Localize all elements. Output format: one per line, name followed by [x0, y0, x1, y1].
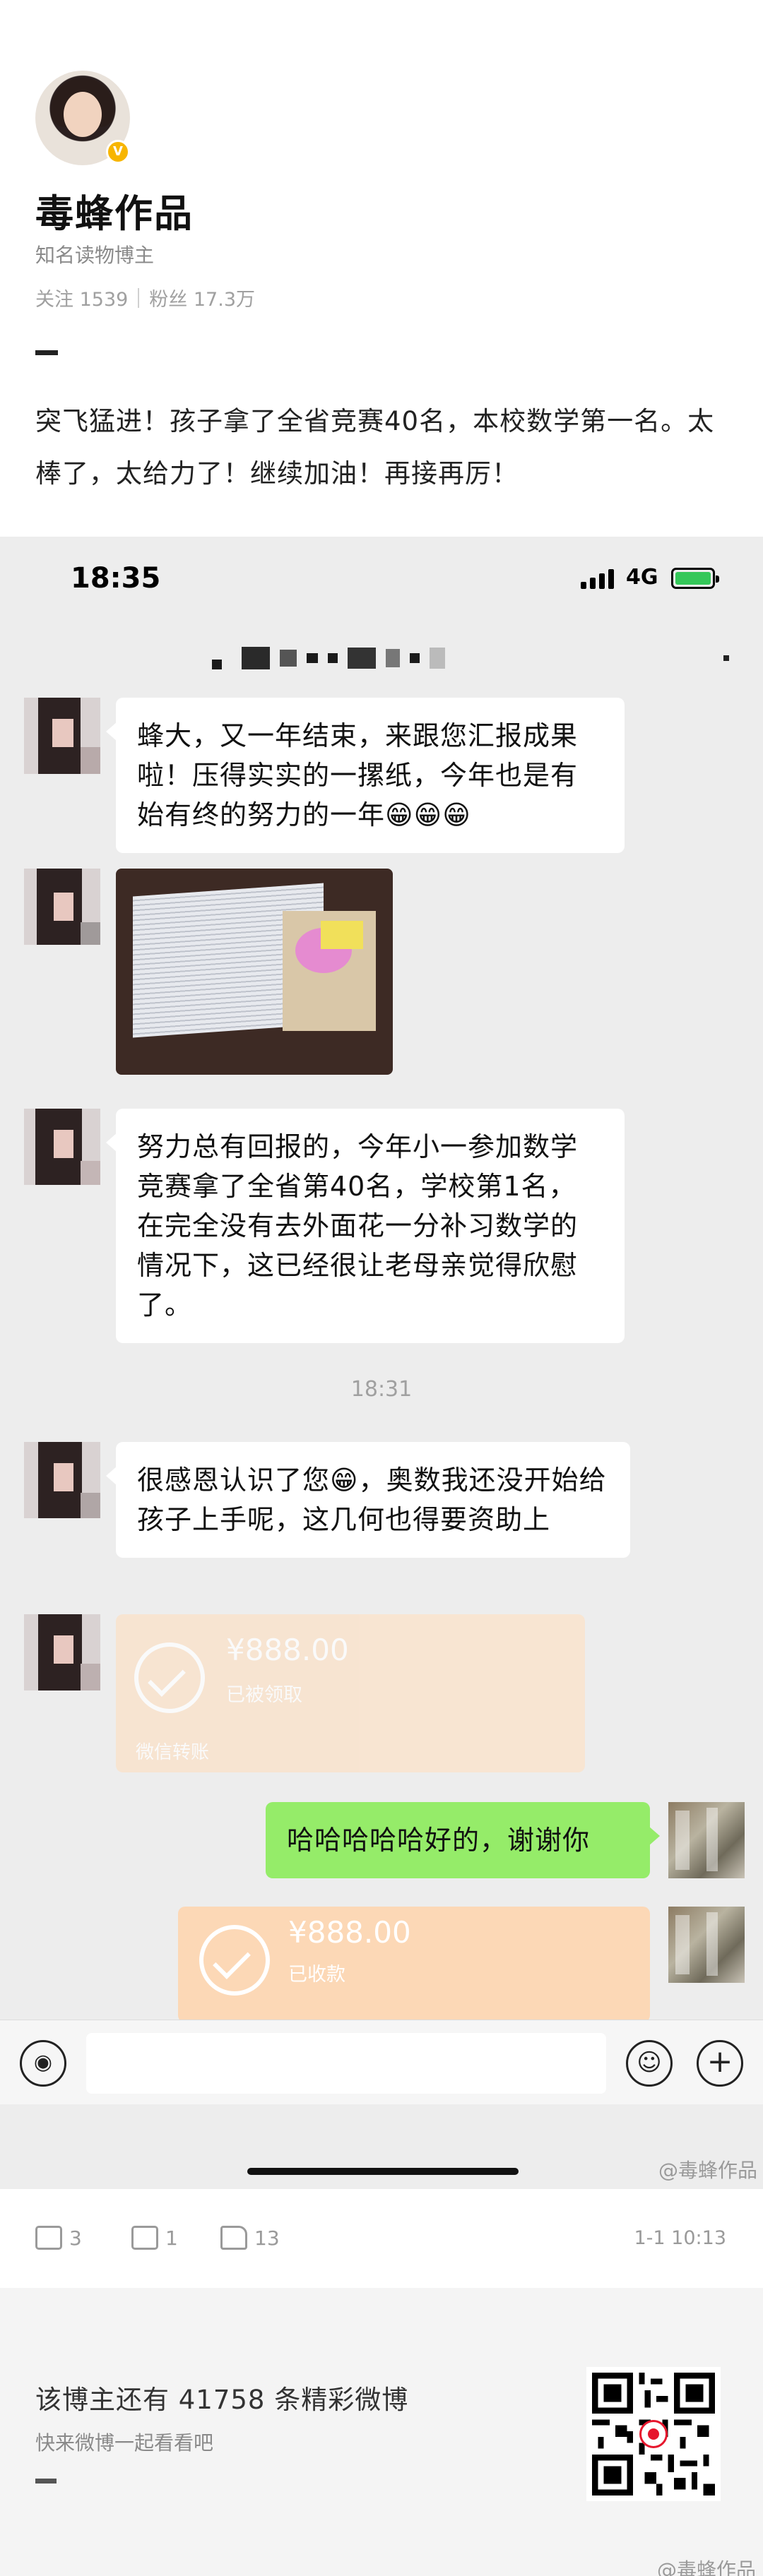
verified-badge-icon: V	[106, 140, 130, 164]
chat-image-papers[interactable]	[116, 869, 393, 1075]
contact-avatar[interactable]	[24, 1109, 100, 1185]
emoji-icon[interactable]: ☺	[626, 2040, 673, 2087]
post-image-chat-screenshot[interactable]: 18:35 4G 蜂大，又一年结束，来跟您汇报成果啦！压得实实的一摞纸，今年也是…	[0, 537, 763, 2189]
chat-message: 蜂大，又一年结束，来跟您汇报成果啦！压得实实的一摞纸，今年也是有始有终的努力的一…	[106, 698, 625, 853]
chat-message: 很感恩认识了您😁，奥数我还没开始给孩子上手呢，这几何也得要资助上	[106, 1442, 630, 1558]
contact-avatar[interactable]	[24, 869, 100, 945]
transfer-status: 已收款	[288, 1964, 345, 1986]
phone-status-bar: 18:35 4G	[0, 537, 763, 614]
chat-input-bar: ◉ ☺ +	[0, 2020, 763, 2104]
repost-icon	[35, 2226, 62, 2250]
footer-watermark: @毒蜂作品	[656, 2558, 756, 2576]
message-input[interactable]	[86, 2033, 606, 2094]
plus-icon[interactable]: +	[697, 2040, 743, 2087]
transfer-card-sent[interactable]: ¥888.00 已收款	[178, 1907, 650, 2022]
repost-count: 3	[69, 2226, 82, 2250]
contact-avatar[interactable]	[24, 1614, 100, 1690]
network-label: 4G	[626, 565, 658, 590]
comment-button[interactable]: 1	[131, 2226, 178, 2250]
transfer-amount: ¥888.00	[226, 1633, 349, 1667]
contact-avatar[interactable]	[24, 698, 100, 774]
post-header: V 毒蜂作品 知名读物博主 关注 1539 粉丝 17.3万 突飞猛进！孩子拿了…	[0, 0, 763, 537]
chat-title-mosaic	[212, 647, 445, 669]
post-text: 突飞猛进！孩子拿了全省竞赛40名，本校数学第一名。太棒了，太给力了！继续加油！再…	[35, 406, 715, 489]
chat-more-icon[interactable]	[723, 655, 729, 661]
battery-icon	[671, 568, 719, 589]
check-circle-icon	[199, 1925, 270, 1996]
section-dash	[35, 2479, 57, 2483]
image-watermark: @毒蜂作品	[658, 2159, 757, 2182]
comment-icon	[131, 2226, 158, 2250]
transfer-amount: ¥888.00	[288, 1915, 411, 1950]
post-actions: 3 1 13 1-1 10:13	[0, 2189, 763, 2288]
thumbs-up-icon	[220, 2226, 247, 2250]
fans-count[interactable]: 粉丝 17.3万	[149, 284, 255, 311]
home-indicator	[247, 2168, 519, 2175]
my-avatar[interactable]	[668, 1802, 745, 1878]
contact-avatar[interactable]	[24, 1442, 100, 1518]
weibo-logo-icon	[639, 2420, 668, 2448]
status-time: 18:35	[71, 562, 161, 595]
my-reply-message: 哈哈哈哈哈好的，谢谢你	[266, 1802, 660, 1878]
stats-divider	[138, 287, 140, 308]
promo-title: 该博主还有 41758 条精彩微博	[35, 2385, 409, 2415]
signal-icon	[581, 569, 614, 589]
product-box	[283, 911, 376, 1031]
like-count: 13	[254, 2226, 280, 2250]
post-date: 1-1 10:13	[634, 2227, 727, 2249]
repost-button[interactable]: 3	[35, 2226, 82, 2250]
qr-code[interactable]	[586, 2367, 721, 2501]
author-description: 知名读物博主	[35, 244, 155, 267]
promo-subtitle: 快来微博一起看看吧	[35, 2431, 214, 2455]
follow-count[interactable]: 关注 1539	[35, 284, 128, 311]
transfer-card-received[interactable]: ¥888.00 已被领取 微信转账	[116, 1614, 585, 1772]
section-dash	[35, 350, 58, 355]
author-stats: 关注 1539 粉丝 17.3万	[35, 284, 255, 311]
chat-message: 努力总有回报的，今年小一参加数学竞赛拿了全省第40名，学校第1名，在完全没有去外…	[106, 1109, 625, 1343]
author-name[interactable]: 毒蜂作品	[35, 182, 194, 238]
like-button[interactable]: 13	[220, 2226, 280, 2250]
my-avatar[interactable]	[668, 1907, 745, 1983]
avatar-face	[64, 92, 102, 137]
chat-timestamp: 18:31	[350, 1377, 413, 1402]
voice-icon[interactable]: ◉	[20, 2040, 66, 2087]
transfer-footer: 微信转账	[136, 1742, 210, 1763]
check-circle-icon	[134, 1642, 205, 1713]
transfer-status: 已被领取	[226, 1684, 302, 1706]
comment-count: 1	[165, 2226, 178, 2250]
promo-footer: 该博主还有 41758 条精彩微博 快来微博一起看看吧 @毒蜂作品	[0, 2288, 763, 2576]
